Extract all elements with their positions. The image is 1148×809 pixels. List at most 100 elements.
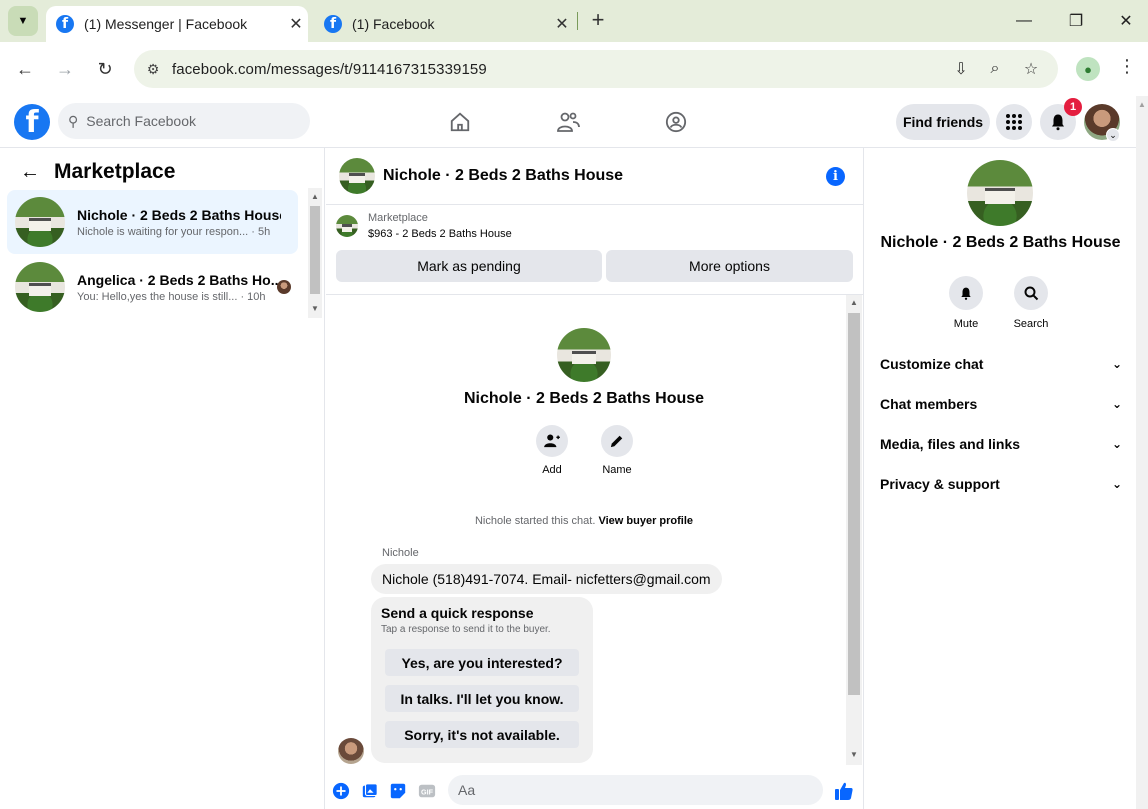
friends-icon[interactable] xyxy=(554,108,582,136)
marketplace-heading: Marketplace xyxy=(54,160,176,183)
tab-divider xyxy=(577,12,578,30)
gif-icon[interactable]: GIF xyxy=(417,781,437,801)
forward-button[interactable]: → xyxy=(52,56,78,82)
conversation-title[interactable]: Nichole · 2 Beds 2 Baths House xyxy=(383,167,623,185)
chat-list-scrollbar[interactable]: ▲ ▼ xyxy=(308,188,322,318)
facebook-favicon-icon: f xyxy=(56,15,74,33)
minimize-button[interactable]: — xyxy=(998,0,1050,42)
tab-facebook[interactable]: f (1) Facebook ✕ xyxy=(314,6,574,42)
chevron-down-icon: ⌄ xyxy=(1111,357,1122,371)
privacy-support-row[interactable]: Privacy & support ⌄ xyxy=(880,464,1122,504)
chat-list-panel: ← Marketplace Nichole · 2 Beds 2 Baths H… xyxy=(0,148,325,809)
contact-avatar xyxy=(557,328,611,382)
message-bubble[interactable]: Nichole (518)491-7074. Email- nicfetters… xyxy=(371,564,722,594)
window-close-button[interactable]: ✕ xyxy=(1100,0,1148,42)
svg-text:GIF: GIF xyxy=(421,788,434,797)
find-friends-button[interactable]: Find friends xyxy=(896,104,990,140)
composer-placeholder: Aa xyxy=(458,782,476,798)
scroll-up-icon[interactable]: ▲ xyxy=(846,298,862,307)
facebook-logo-icon[interactable]: f xyxy=(14,104,50,140)
started-text: Nichole started this chat. xyxy=(474,515,596,527)
arrow-right-icon: → xyxy=(56,58,74,79)
sender-avatar xyxy=(338,738,364,764)
like-thumb-icon[interactable] xyxy=(834,781,854,801)
new-tab-button[interactable]: + xyxy=(586,7,610,32)
scrollbar-thumb[interactable] xyxy=(848,313,860,695)
scrollbar-thumb[interactable] xyxy=(310,206,320,294)
chat-members-row[interactable]: Chat members ⌄ xyxy=(880,384,1122,424)
quick-response-button[interactable]: In talks. I'll let you know. xyxy=(385,685,579,712)
tab-messenger[interactable]: f (1) Messenger | Facebook ✕ xyxy=(46,6,308,42)
add-button[interactable]: Add xyxy=(522,425,582,476)
facebook-header: f ⚲ Search Facebook Find friends 1 ⌄ xyxy=(0,96,1136,148)
conversation-header: Nichole · 2 Beds 2 Baths House i xyxy=(326,148,864,205)
conversation-panel: Nichole · 2 Beds 2 Baths House i Marketp… xyxy=(326,148,938,809)
address-bar[interactable]: ⚙ facebook.com/messages/t/91141673153391… xyxy=(134,50,1058,88)
search-icon xyxy=(1014,276,1048,310)
install-app-icon[interactable]: ⇩ xyxy=(946,50,976,88)
tab-close-icon[interactable]: ✕ xyxy=(550,14,574,34)
page-scrollbar[interactable]: ▲ xyxy=(1136,96,1148,809)
menu-grid-icon[interactable] xyxy=(996,104,1032,140)
customize-chat-row[interactable]: Customize chat ⌄ xyxy=(880,344,1122,384)
tab-close-icon[interactable]: ✕ xyxy=(284,14,308,34)
scroll-down-icon[interactable]: ▼ xyxy=(308,304,322,313)
sender-name: Nichole xyxy=(382,547,419,559)
chevron-down-icon: ⌄ xyxy=(1111,437,1122,451)
listing-summary[interactable]: Marketplace $963 - 2 Beds 2 Baths House xyxy=(336,212,512,240)
reload-button[interactable]: ↻ xyxy=(92,56,118,82)
bookmark-star-icon[interactable]: ☆ xyxy=(1016,50,1046,88)
mark-as-pending-button[interactable]: Mark as pending xyxy=(336,250,602,282)
add-label: Add xyxy=(542,464,562,476)
media-files-links-row[interactable]: Media, files and links ⌄ xyxy=(880,424,1122,464)
scroll-up-icon[interactable]: ▲ xyxy=(1136,100,1148,109)
more-options-button[interactable]: More options xyxy=(606,250,853,282)
groups-icon[interactable] xyxy=(662,108,690,136)
info-icon[interactable]: i xyxy=(826,167,845,186)
search-input[interactable]: ⚲ Search Facebook xyxy=(58,103,310,139)
scroll-down-icon[interactable]: ▼ xyxy=(846,750,862,759)
site-settings-icon[interactable]: ⚙ xyxy=(134,61,172,78)
view-buyer-profile-link[interactable]: View buyer profile xyxy=(598,515,693,527)
seen-avatar xyxy=(277,280,291,294)
add-person-icon xyxy=(536,425,568,457)
home-icon[interactable] xyxy=(446,108,474,136)
search-in-chat-button[interactable]: Search xyxy=(1006,276,1056,330)
divider xyxy=(326,294,864,295)
conversation-item[interactable]: Nichole · 2 Beds 2 Baths House Nichole i… xyxy=(7,190,298,254)
conversation-snippet: You: Hello,yes the house is still... · 1… xyxy=(77,290,266,303)
message-composer: GIF Aa xyxy=(326,772,938,809)
mute-button[interactable]: Mute xyxy=(941,276,991,330)
listing-thumbnail xyxy=(336,215,358,237)
name-button[interactable]: Name xyxy=(587,425,647,476)
messages-scrollbar[interactable]: ▲ ▼ xyxy=(846,295,862,765)
arrow-left-icon: ← xyxy=(16,58,34,79)
section-label: Media, files and links xyxy=(880,436,1021,452)
panel-title: ← Marketplace xyxy=(20,160,175,184)
marketplace-label: Marketplace xyxy=(368,212,428,224)
tab-title: (1) Messenger | Facebook xyxy=(84,16,248,32)
conversation-item[interactable]: Angelica · 2 Beds 2 Baths Ho... You: Hel… xyxy=(7,255,298,319)
quick-response-button[interactable]: Sorry, it's not available. xyxy=(385,721,579,748)
search-label: Search xyxy=(1013,318,1049,330)
photo-icon[interactable] xyxy=(360,781,380,801)
url-text[interactable]: facebook.com/messages/t/9114167315339159 xyxy=(172,61,487,78)
scroll-up-icon[interactable]: ▲ xyxy=(308,192,322,201)
sticker-icon[interactable] xyxy=(388,781,408,801)
facebook-favicon-icon: f xyxy=(324,15,342,33)
browser-profile-icon[interactable]: ● xyxy=(1076,57,1100,81)
tab-title: (1) Facebook xyxy=(352,16,435,32)
message-input[interactable]: Aa xyxy=(448,775,938,805)
tab-search-button[interactable]: ▼ xyxy=(8,6,38,36)
quick-response-button[interactable]: Yes, are you interested? xyxy=(385,649,579,676)
conversation-name: Angelica · 2 Beds 2 Baths Ho... xyxy=(77,271,281,288)
restore-button[interactable]: ❐ xyxy=(1050,0,1102,42)
conversation-avatar[interactable] xyxy=(339,158,375,194)
chevron-down-icon: ▼ xyxy=(17,15,29,27)
browser-menu-icon[interactable]: ⋮ xyxy=(1118,56,1136,77)
back-button[interactable]: ← xyxy=(12,56,38,82)
plus-circle-icon[interactable] xyxy=(331,781,351,801)
section-label: Privacy & support xyxy=(880,476,1000,492)
zoom-icon[interactable]: ⌕ xyxy=(980,50,1010,88)
back-arrow-icon[interactable]: ← xyxy=(20,161,40,184)
